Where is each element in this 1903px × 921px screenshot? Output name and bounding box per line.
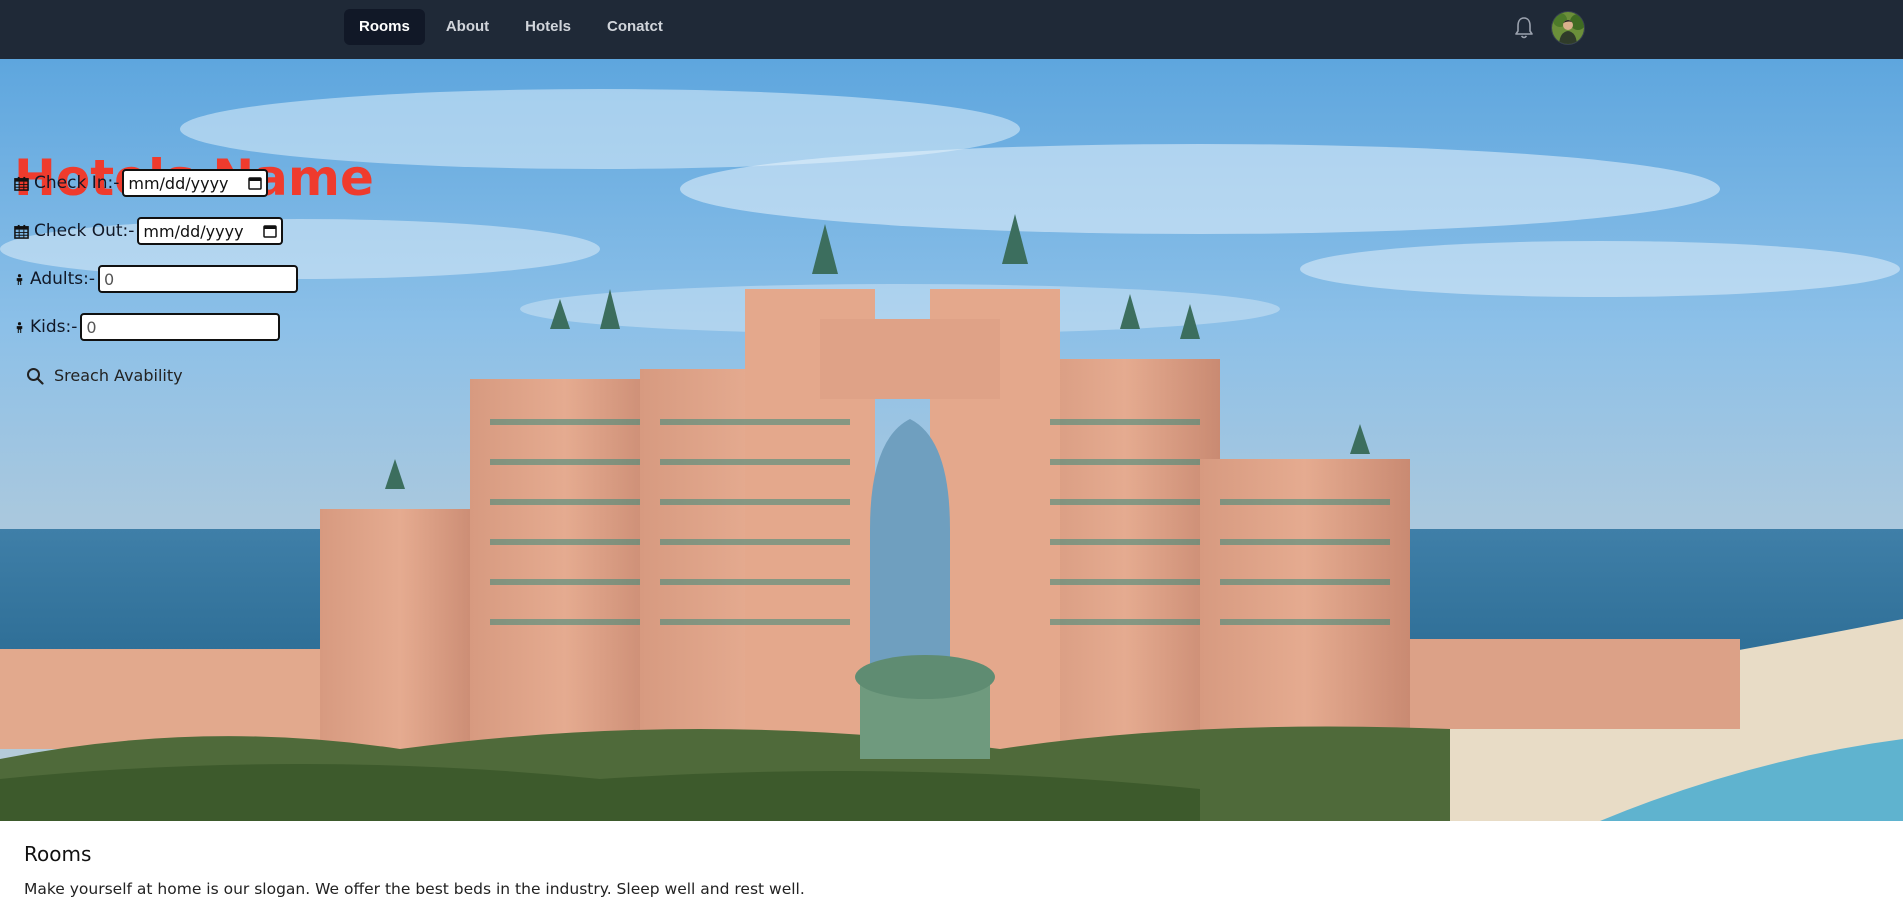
check-out-placeholder: mm/dd/yyyy: [143, 221, 244, 241]
bell-icon[interactable]: [1512, 14, 1536, 42]
section-description: Make yourself at home is our slogan. We …: [24, 880, 805, 898]
kids-input[interactable]: 0: [80, 313, 281, 341]
kids-row: Kids:- 0: [14, 313, 281, 341]
adults-label: Adults:-: [30, 269, 96, 289]
calendar-picker-icon[interactable]: [248, 176, 263, 190]
check-out-label: Check Out:-: [34, 221, 135, 241]
check-in-placeholder: mm/dd/yyyy: [128, 173, 229, 193]
section-title: Rooms: [24, 842, 92, 866]
check-in-label: Check In:-: [34, 173, 120, 193]
search-icon: [27, 367, 44, 385]
search-availability-label: Sreach Avability: [54, 366, 183, 385]
top-navbar: Rooms About Hotels Conatct: [0, 0, 1903, 59]
check-in-row: Check In:- mm/dd/yyyy: [14, 169, 269, 197]
nav-link-rooms[interactable]: Rooms: [344, 9, 425, 45]
rooms-section: Rooms Make yourself at home is our sloga…: [24, 842, 805, 898]
person-icon: [16, 273, 23, 285]
check-in-input[interactable]: mm/dd/yyyy: [122, 169, 269, 197]
adults-row: Adults:- 0: [14, 265, 299, 293]
adults-input[interactable]: 0: [98, 265, 299, 293]
hero-banner: Hotels Name: [0, 59, 1903, 821]
calendar-picker-icon[interactable]: [263, 224, 278, 238]
nav-link-about[interactable]: About: [431, 9, 504, 45]
kids-label: Kids:-: [30, 317, 78, 337]
nav-link-hotels[interactable]: Hotels: [510, 9, 586, 45]
calendar-icon: [14, 224, 29, 239]
nav-links: Rooms About Hotels Conatct: [344, 9, 678, 45]
nav-link-contact[interactable]: Conatct: [592, 9, 678, 45]
check-out-input[interactable]: mm/dd/yyyy: [137, 217, 284, 245]
check-out-row: Check Out:- mm/dd/yyyy: [14, 217, 284, 245]
calendar-icon: [14, 176, 29, 191]
search-availability-button[interactable]: Sreach Avability: [26, 366, 183, 385]
user-avatar[interactable]: [1552, 12, 1584, 44]
person-icon: [16, 321, 23, 333]
